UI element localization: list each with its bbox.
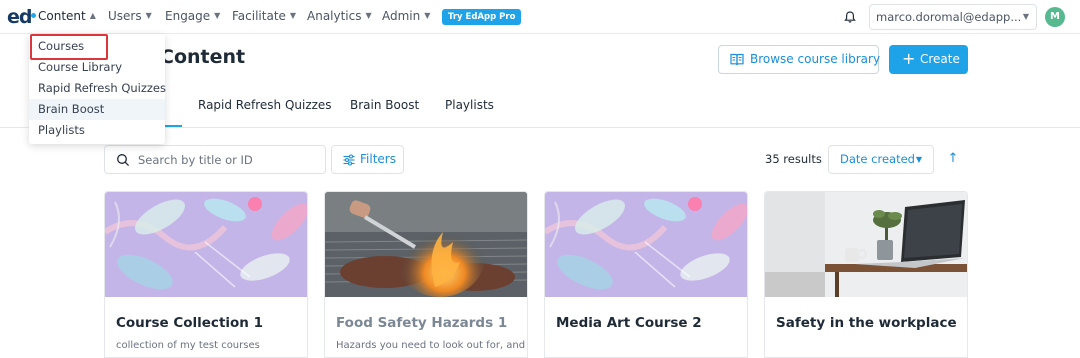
sort-direction-arrow-up-icon[interactable]: ↑ (946, 151, 960, 167)
nav-content-label: Content (38, 9, 86, 23)
nav-content[interactable]: Content ▲ (38, 9, 96, 23)
nav-analytics[interactable]: Analytics ▼ (307, 9, 372, 23)
nav-admin-label: Admin (382, 9, 421, 23)
tab-rapid-refresh-quizzes[interactable]: Rapid Refresh Quizzes (198, 98, 332, 112)
card-description: collection of my test courses (116, 340, 260, 351)
plus-icon: + (902, 49, 916, 68)
content-dropdown-menu: Courses Course Library Rapid Refresh Qui… (29, 34, 166, 144)
menu-item-rapid-refresh-quizzes[interactable]: Rapid Refresh Quizzes (29, 78, 166, 99)
chevron-down-icon: ▼ (289, 11, 297, 20)
course-card[interactable]: Safety in the workplace (764, 191, 968, 358)
nav-engage[interactable]: Engage ▼ (165, 9, 220, 23)
card-description: Hazards you need to look out for, and (336, 340, 526, 351)
chevron-down-icon: ▼ (1022, 12, 1029, 21)
account-select[interactable]: marco.doromal@edapp... ▼ (869, 4, 1037, 30)
nav-admin[interactable]: Admin ▼ (382, 9, 430, 23)
account-email: marco.doromal@edapp... (876, 10, 1022, 24)
course-card[interactable]: Media Art Course 2 (544, 191, 748, 358)
browse-course-library-label: Browse course library (750, 52, 881, 66)
chevron-down-icon: ▼ (365, 11, 372, 20)
abstract-pattern-thumbnail (545, 192, 747, 297)
page-title: Content (160, 46, 246, 68)
logo-text: ed (7, 6, 32, 28)
top-navigation: ed Content ▲ Users ▼ Engage ▼ Facilitate ▼ A… (0, 0, 1080, 34)
create-button[interactable]: + Create (889, 45, 968, 74)
chevron-down-icon: ▼ (424, 11, 431, 20)
card-title: Course Collection 1 (116, 315, 263, 331)
menu-item-course-library[interactable]: Course Library (29, 57, 165, 78)
sort-label: Date created (840, 152, 915, 166)
nav-facilitate[interactable]: Facilitate ▼ (232, 9, 296, 23)
filters-label: Filters (360, 152, 396, 166)
menu-item-playlists[interactable]: Playlists (29, 120, 165, 141)
sliders-icon (343, 154, 355, 166)
edapp-logo[interactable]: ed (7, 6, 36, 28)
course-card[interactable]: Food Safety Hazards 1 Hazards you need t… (324, 191, 528, 358)
abstract-pattern-thumbnail (105, 192, 307, 297)
results-count: 35 results (765, 152, 822, 166)
nav-users-label: Users (108, 9, 142, 23)
nav-users[interactable]: Users ▼ (108, 9, 152, 23)
bell-icon[interactable] (843, 10, 857, 24)
filters-button[interactable]: Filters (331, 145, 404, 174)
chevron-down-icon: ▼ (145, 11, 152, 20)
avatar[interactable]: M (1045, 7, 1065, 27)
course-card[interactable]: Course Collection 1 collection of my tes… (104, 191, 308, 358)
search-icon (117, 154, 130, 167)
nav-facilitate-label: Facilitate (232, 9, 286, 23)
card-title: Media Art Course 2 (556, 315, 702, 331)
card-title: Food Safety Hazards 1 (336, 315, 508, 331)
chevron-down-icon: ▼ (214, 11, 221, 20)
book-icon (730, 53, 744, 66)
desk-photo-thumbnail (765, 192, 967, 297)
try-edapp-pro-button[interactable]: Try EdApp Pro (442, 9, 522, 25)
tab-playlists[interactable]: Playlists (445, 98, 494, 112)
nav-engage-label: Engage (165, 9, 211, 23)
tab-brain-boost[interactable]: Brain Boost (350, 98, 419, 112)
search-input[interactable] (138, 146, 318, 173)
chevron-down-icon: ▼ (915, 155, 922, 164)
chevron-up-icon: ▲ (89, 11, 96, 20)
sort-select[interactable]: Date created ▼ (828, 145, 934, 174)
menu-item-brain-boost[interactable]: Brain Boost (29, 99, 165, 120)
menu-item-courses[interactable]: Courses (29, 34, 165, 60)
search-box (104, 145, 326, 174)
card-title: Safety in the workplace (776, 315, 957, 331)
create-label: Create (920, 52, 960, 66)
grill-photo-thumbnail (325, 192, 527, 297)
browse-course-library-button[interactable]: Browse course library (718, 45, 881, 74)
nav-analytics-label: Analytics (307, 9, 362, 23)
